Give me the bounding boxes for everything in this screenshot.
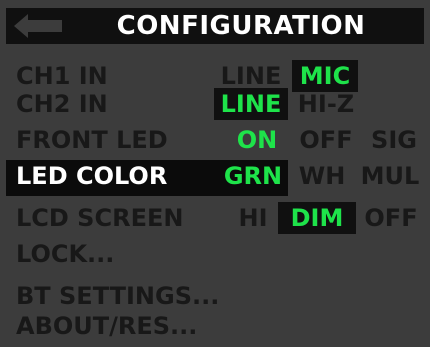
- menu-item-front-led[interactable]: FRONT LED ON OFF SIG: [0, 124, 430, 156]
- config-screen: CONFIGURATION CH1 IN LINE MIC CH2 IN LIN…: [0, 0, 430, 347]
- page-title: CONFIGURATION: [116, 11, 366, 41]
- option-line-selected[interactable]: LINE: [214, 88, 288, 120]
- menu-item-label: ABOUT/RES...: [16, 312, 198, 340]
- menu-item-bt-settings[interactable]: BT SETTINGS...: [0, 280, 430, 312]
- menu-item-about-res[interactable]: ABOUT/RES...: [0, 310, 430, 342]
- option-mul[interactable]: MUL: [356, 160, 424, 192]
- option-dim-selected[interactable]: DIM: [278, 202, 356, 234]
- back-arrow-icon[interactable]: [14, 13, 66, 39]
- option-wh[interactable]: WH: [292, 160, 352, 192]
- option-off[interactable]: OFF: [296, 124, 356, 156]
- option-hi-z[interactable]: HI-Z: [294, 88, 358, 120]
- option-off[interactable]: OFF: [360, 202, 422, 234]
- menu-item-label: CH2 IN: [16, 90, 108, 118]
- title-bar: CONFIGURATION: [6, 8, 424, 44]
- menu-item-lock[interactable]: LOCK...: [0, 238, 430, 270]
- option-grn-selected[interactable]: GRN: [218, 160, 288, 192]
- menu-item-label: BT SETTINGS...: [16, 282, 220, 310]
- menu-item-label: LOCK...: [16, 240, 115, 268]
- menu-item-lcd-screen[interactable]: LCD SCREEN HI DIM OFF: [0, 202, 430, 234]
- menu-item-label: LED COLOR: [16, 162, 168, 190]
- menu-item-ch2-in[interactable]: CH2 IN LINE HI-Z: [0, 88, 430, 120]
- menu-item-led-color[interactable]: LED COLOR GRN WH MUL: [0, 160, 430, 196]
- option-on-selected[interactable]: ON: [226, 124, 288, 156]
- menu-item-label: FRONT LED: [16, 126, 168, 154]
- menu-item-label: LCD SCREEN: [16, 204, 184, 232]
- option-hi[interactable]: HI: [232, 202, 274, 234]
- option-sig[interactable]: SIG: [366, 124, 422, 156]
